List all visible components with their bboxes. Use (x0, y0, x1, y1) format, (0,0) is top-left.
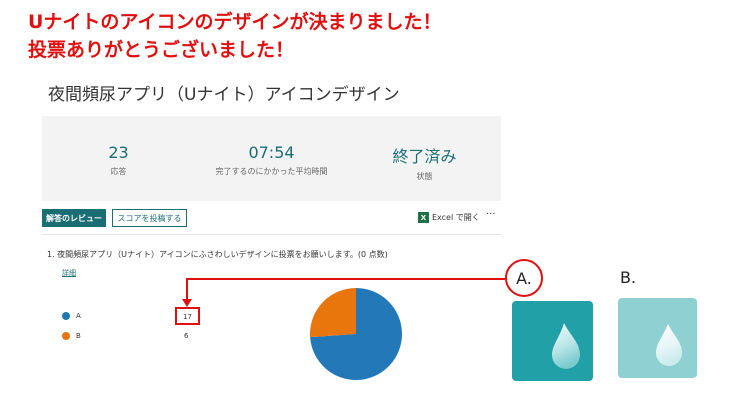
option-b-label: B. (620, 268, 637, 287)
option-a-label: A. (505, 259, 543, 297)
arrow-head (182, 299, 192, 307)
unite-icon-design-a (512, 301, 593, 381)
unite-icon-design-b (618, 298, 697, 378)
arrow-line (186, 278, 505, 301)
